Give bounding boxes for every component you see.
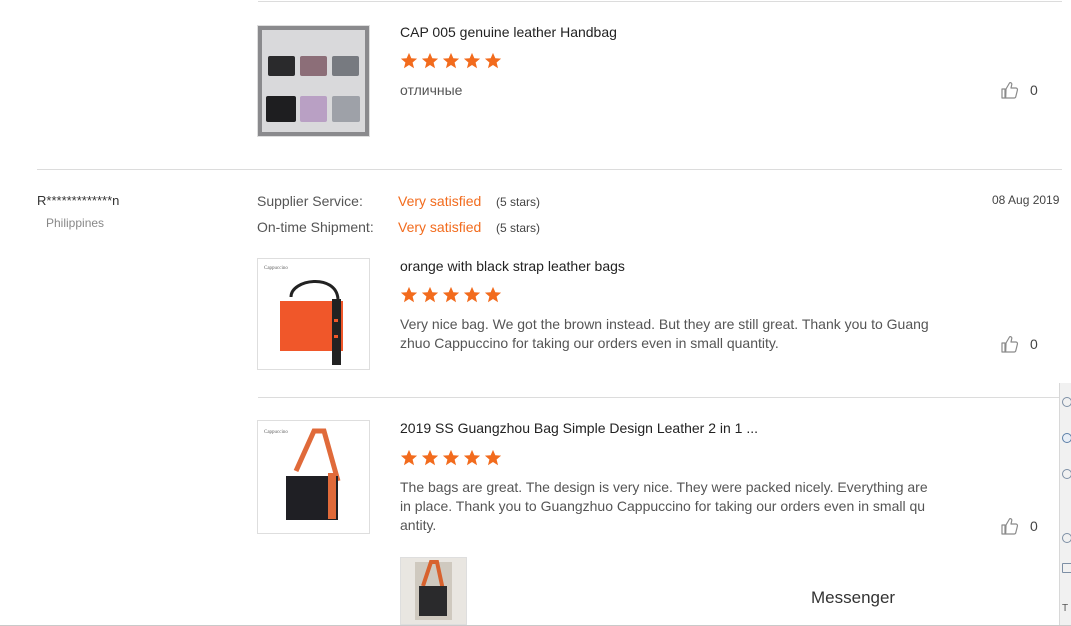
thumbs-up-icon — [1001, 82, 1019, 99]
product-thumbnail[interactable]: Cappuccino — [257, 420, 370, 534]
review-comment: Very nice bag. We got the brown instead.… — [400, 316, 929, 351]
toolbar-icon[interactable] — [1062, 397, 1071, 407]
review-comment: отличные — [400, 82, 463, 98]
thumbs-up-icon — [1001, 518, 1019, 535]
supplier-service-label: Supplier Service: — [257, 193, 363, 209]
reviewer-country: Philippines — [46, 216, 105, 230]
star-icon — [400, 52, 418, 69]
star-icon — [421, 286, 439, 303]
star-icon — [421, 52, 439, 69]
star-icon — [463, 286, 481, 303]
like-button[interactable]: 0 — [1000, 80, 1038, 100]
messenger-button[interactable]: Messenger — [811, 588, 895, 608]
review-comment: The bags are great. The design is very n… — [400, 479, 928, 533]
reviewer-divider — [37, 169, 1062, 170]
reviewer-name: R*************n — [37, 193, 120, 208]
product-thumbnail[interactable]: Cappuccino — [257, 258, 370, 370]
star-icon — [442, 52, 460, 69]
product-thumbnail[interactable] — [257, 25, 370, 137]
like-count: 0 — [1030, 82, 1038, 98]
svg-text:Cappuccino: Cappuccino — [264, 266, 288, 271]
black-bag-image: Cappuccino — [258, 421, 369, 533]
star-icon — [484, 286, 502, 303]
buyer-photo-image — [401, 558, 466, 624]
orange-bag-image: Cappuccino — [258, 259, 369, 369]
like-button[interactable]: 0 — [1000, 516, 1038, 536]
svg-text:Cappuccino: Cappuccino — [264, 430, 288, 435]
thumbs-up-icon — [1001, 336, 1019, 353]
review-photo-thumbnail[interactable] — [400, 557, 467, 625]
side-toolbar[interactable]: T — [1059, 383, 1071, 626]
rating-stars — [400, 52, 502, 70]
toolbar-icon[interactable] — [1062, 533, 1071, 543]
item-divider — [258, 397, 1062, 398]
star-icon — [400, 286, 418, 303]
product-title[interactable]: 2019 SS Guangzhou Bag Simple Design Leat… — [400, 420, 758, 436]
ontime-shipment-stars: (5 stars) — [496, 221, 541, 235]
supplier-service-stars: (5 stars) — [496, 195, 541, 209]
top-divider — [258, 1, 1062, 2]
like-count: 0 — [1030, 336, 1038, 352]
star-icon — [463, 449, 481, 466]
like-button[interactable]: 0 — [1000, 334, 1038, 354]
toolbar-icon[interactable] — [1062, 469, 1071, 479]
toolbar-icon[interactable]: T — [1062, 603, 1070, 614]
product-title[interactable]: CAP 005 genuine leather Handbag — [400, 24, 617, 40]
star-icon — [463, 52, 481, 69]
rating-stars — [400, 449, 502, 467]
star-icon — [421, 449, 439, 466]
star-icon — [442, 286, 460, 303]
rating-stars — [400, 286, 502, 304]
toolbar-icon[interactable] — [1062, 433, 1071, 443]
star-icon — [484, 52, 502, 69]
handbag-grid-image — [258, 26, 369, 136]
star-icon — [400, 449, 418, 466]
ontime-shipment-value: Very satisfied — [398, 219, 482, 235]
star-icon — [442, 449, 460, 466]
ontime-shipment-label: On-time Shipment: — [257, 219, 374, 235]
like-count: 0 — [1030, 518, 1038, 534]
product-title[interactable]: orange with black strap leather bags — [400, 258, 625, 274]
star-icon — [484, 449, 502, 466]
toolbar-icon[interactable] — [1062, 563, 1071, 573]
review-date: 08 Aug 2019 — [992, 193, 1060, 207]
supplier-service-value: Very satisfied — [398, 193, 482, 209]
